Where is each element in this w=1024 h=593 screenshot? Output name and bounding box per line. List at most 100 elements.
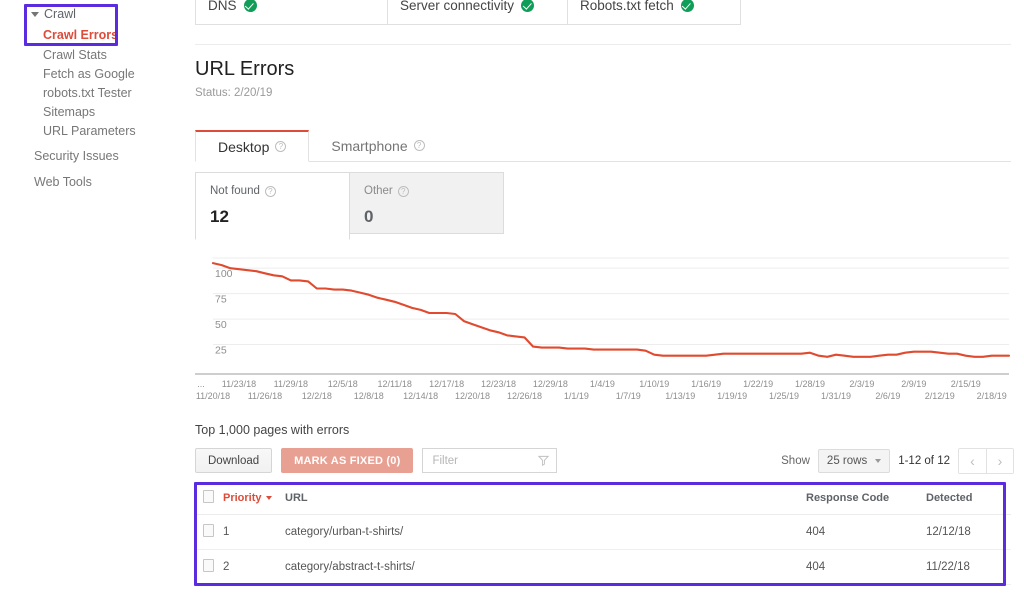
svg-text:1/25/19: 1/25/19 bbox=[769, 391, 799, 401]
sidebar-item-label: Security Issues bbox=[34, 149, 119, 163]
result-range: 1-12 of 12 bbox=[898, 455, 950, 467]
help-icon[interactable]: ? bbox=[413, 140, 425, 151]
mark-as-fixed-button[interactable]: MARK AS FIXED (0) bbox=[281, 448, 414, 473]
sort-desc-icon bbox=[265, 496, 272, 501]
svg-text:11/29/18: 11/29/18 bbox=[274, 379, 308, 389]
help-icon[interactable]: ? bbox=[264, 185, 276, 197]
errors-over-time-chart[interactable]: 25 50 75 100... 11/20/18 11/26/18 12/2/18 12/8/… bbox=[195, 252, 1011, 402]
chevron-left-icon[interactable]: ‹ bbox=[959, 449, 986, 473]
card-label: Other bbox=[364, 185, 393, 197]
svg-text:1/4/19: 1/4/19 bbox=[590, 379, 615, 389]
svg-text:1/1/19: 1/1/19 bbox=[564, 391, 589, 401]
checkbox-icon[interactable] bbox=[203, 559, 214, 572]
sidebar-item-fetch-as-google[interactable]: Fetch as Google bbox=[43, 67, 135, 81]
sidebar-item-crawl-errors[interactable]: Crawl Errors bbox=[43, 28, 118, 42]
row-checkbox-cell[interactable] bbox=[195, 549, 223, 585]
svg-text:12/20/18: 12/20/18 bbox=[455, 391, 490, 401]
health-cell-server-connectivity[interactable]: Server connectivity bbox=[388, 0, 568, 24]
health-label: Robots.txt fetch bbox=[580, 0, 674, 13]
table-row[interactable]: 2 category/abstract-t-shirts/ 404 11/22/… bbox=[195, 549, 1011, 585]
download-button[interactable]: Download bbox=[195, 448, 273, 473]
sidebar-item-label: Sitemaps bbox=[43, 105, 96, 119]
svg-text:1/7/19: 1/7/19 bbox=[616, 391, 641, 401]
card-value: 12 bbox=[210, 207, 229, 226]
sidebar-item-crawl-stats[interactable]: Crawl Stats bbox=[43, 48, 107, 62]
sidebar-item-web-tools[interactable]: Web Tools bbox=[34, 175, 92, 189]
column-header-priority[interactable]: Priority bbox=[223, 482, 285, 515]
filter-box[interactable] bbox=[422, 448, 558, 473]
svg-text:1/13/19: 1/13/19 bbox=[665, 391, 695, 401]
sidebar-item-label: Fetch as Google bbox=[43, 67, 135, 81]
svg-text:2/6/19: 2/6/19 bbox=[875, 391, 900, 401]
help-icon[interactable]: ? bbox=[275, 141, 287, 152]
checkbox-icon[interactable] bbox=[203, 524, 214, 537]
svg-text:12/17/18: 12/17/18 bbox=[429, 379, 464, 389]
cell-url[interactable]: category/abstract-t-shirts/ bbox=[285, 549, 806, 585]
pager: ‹ › bbox=[958, 448, 1014, 474]
tab-smartphone[interactable]: Smartphone ? bbox=[309, 130, 446, 161]
table-row[interactable]: 1 category/urban-t-shirts/ 404 12/12/18 bbox=[195, 514, 1011, 550]
svg-text:25: 25 bbox=[215, 345, 227, 357]
chevron-right-icon[interactable]: › bbox=[986, 449, 1013, 473]
sidebar-item-robots-txt-tester[interactable]: robots.txt Tester bbox=[43, 86, 132, 100]
site-health-strip: DNS Server connectivity Robots.txt fetch bbox=[195, 0, 741, 25]
mark-as-fixed-label: MARK AS FIXED (0) bbox=[294, 454, 401, 467]
caret-down-icon bbox=[31, 11, 39, 17]
column-label: Response Code bbox=[806, 492, 890, 504]
help-icon[interactable]: ? bbox=[397, 185, 409, 197]
card-not-found[interactable]: Not found ? 12 bbox=[195, 172, 350, 240]
table-toolbar: Download MARK AS FIXED (0) bbox=[195, 448, 558, 473]
select-all-header[interactable] bbox=[195, 482, 223, 515]
rows-per-page-select[interactable]: 25 rows bbox=[817, 449, 891, 473]
cell-url[interactable]: category/music-t-shirts/page/5/ bbox=[285, 584, 806, 593]
svg-text:1/31/19: 1/31/19 bbox=[821, 391, 851, 401]
sidebar-item-url-parameters[interactable]: URL Parameters bbox=[43, 124, 136, 138]
svg-text:2/18/19: 2/18/19 bbox=[977, 391, 1007, 401]
checkbox-icon[interactable] bbox=[203, 490, 214, 503]
row-checkbox-cell[interactable] bbox=[195, 584, 223, 593]
sidebar-group-crawl[interactable]: Crawl bbox=[31, 7, 76, 21]
funnel-icon[interactable] bbox=[538, 455, 550, 466]
divider bbox=[195, 44, 1011, 45]
chart-svg: 25 50 75 100... 11/20/18 11/26/18 12/2/18 12/8/… bbox=[195, 257, 1011, 401]
cell-url[interactable]: category/urban-t-shirts/ bbox=[285, 514, 806, 550]
table-row[interactable]: 3 category/music-t-shirts/page/5/ 404 2/… bbox=[195, 584, 1011, 593]
sidebar-item-security-issues[interactable]: Security Issues bbox=[34, 149, 119, 163]
table-caption: Top 1,000 pages with errors bbox=[195, 423, 350, 437]
cell-detected: 2/7/19 bbox=[926, 584, 1011, 593]
status-date: Status: 2/20/19 bbox=[195, 87, 273, 99]
table-header-row: Priority URL Response Code Detected bbox=[195, 482, 1011, 515]
column-header-response-code[interactable]: Response Code bbox=[806, 482, 926, 515]
chevron-down-icon bbox=[875, 459, 882, 463]
column-header-url[interactable]: URL bbox=[285, 482, 806, 515]
green-check-icon bbox=[680, 0, 694, 12]
cell-response-code: 404 bbox=[806, 549, 926, 585]
show-label: Show bbox=[781, 455, 810, 467]
health-label: DNS bbox=[208, 0, 237, 13]
svg-text:1/10/19: 1/10/19 bbox=[639, 379, 669, 389]
sidebar-item-label: Web Tools bbox=[34, 175, 92, 189]
column-header-detected[interactable]: Detected bbox=[926, 482, 1011, 515]
filter-input[interactable] bbox=[430, 453, 535, 468]
svg-text:100: 100 bbox=[215, 268, 233, 280]
svg-text:50: 50 bbox=[215, 319, 227, 331]
health-cell-dns[interactable]: DNS bbox=[196, 0, 388, 24]
health-label: Server connectivity bbox=[400, 0, 515, 13]
svg-text:12/2/18: 12/2/18 bbox=[302, 391, 332, 401]
health-cell-robots-txt-fetch[interactable]: Robots.txt fetch bbox=[568, 0, 740, 24]
sidebar-item-label: Crawl Stats bbox=[43, 48, 107, 62]
row-checkbox-cell[interactable] bbox=[195, 514, 223, 550]
svg-text:2/9/19: 2/9/19 bbox=[901, 379, 926, 389]
svg-text:2/3/19: 2/3/19 bbox=[849, 379, 874, 389]
card-other[interactable]: Other ? 0 bbox=[349, 172, 504, 234]
crawl-errors-page: Crawl Crawl Errors Crawl Stats Fetch as … bbox=[0, 0, 1024, 593]
svg-text:75: 75 bbox=[215, 294, 227, 306]
column-label: URL bbox=[285, 492, 308, 504]
tab-label: Desktop bbox=[218, 138, 270, 155]
cell-priority: 2 bbox=[223, 549, 285, 585]
sidebar-item-sitemaps[interactable]: Sitemaps bbox=[43, 105, 95, 119]
tab-desktop[interactable]: Desktop ? bbox=[195, 130, 310, 162]
svg-text:1/16/19: 1/16/19 bbox=[691, 379, 721, 389]
svg-text:12/14/18: 12/14/18 bbox=[403, 391, 438, 401]
errors-table: Priority URL Response Code Detected 1 ca… bbox=[195, 482, 1011, 593]
